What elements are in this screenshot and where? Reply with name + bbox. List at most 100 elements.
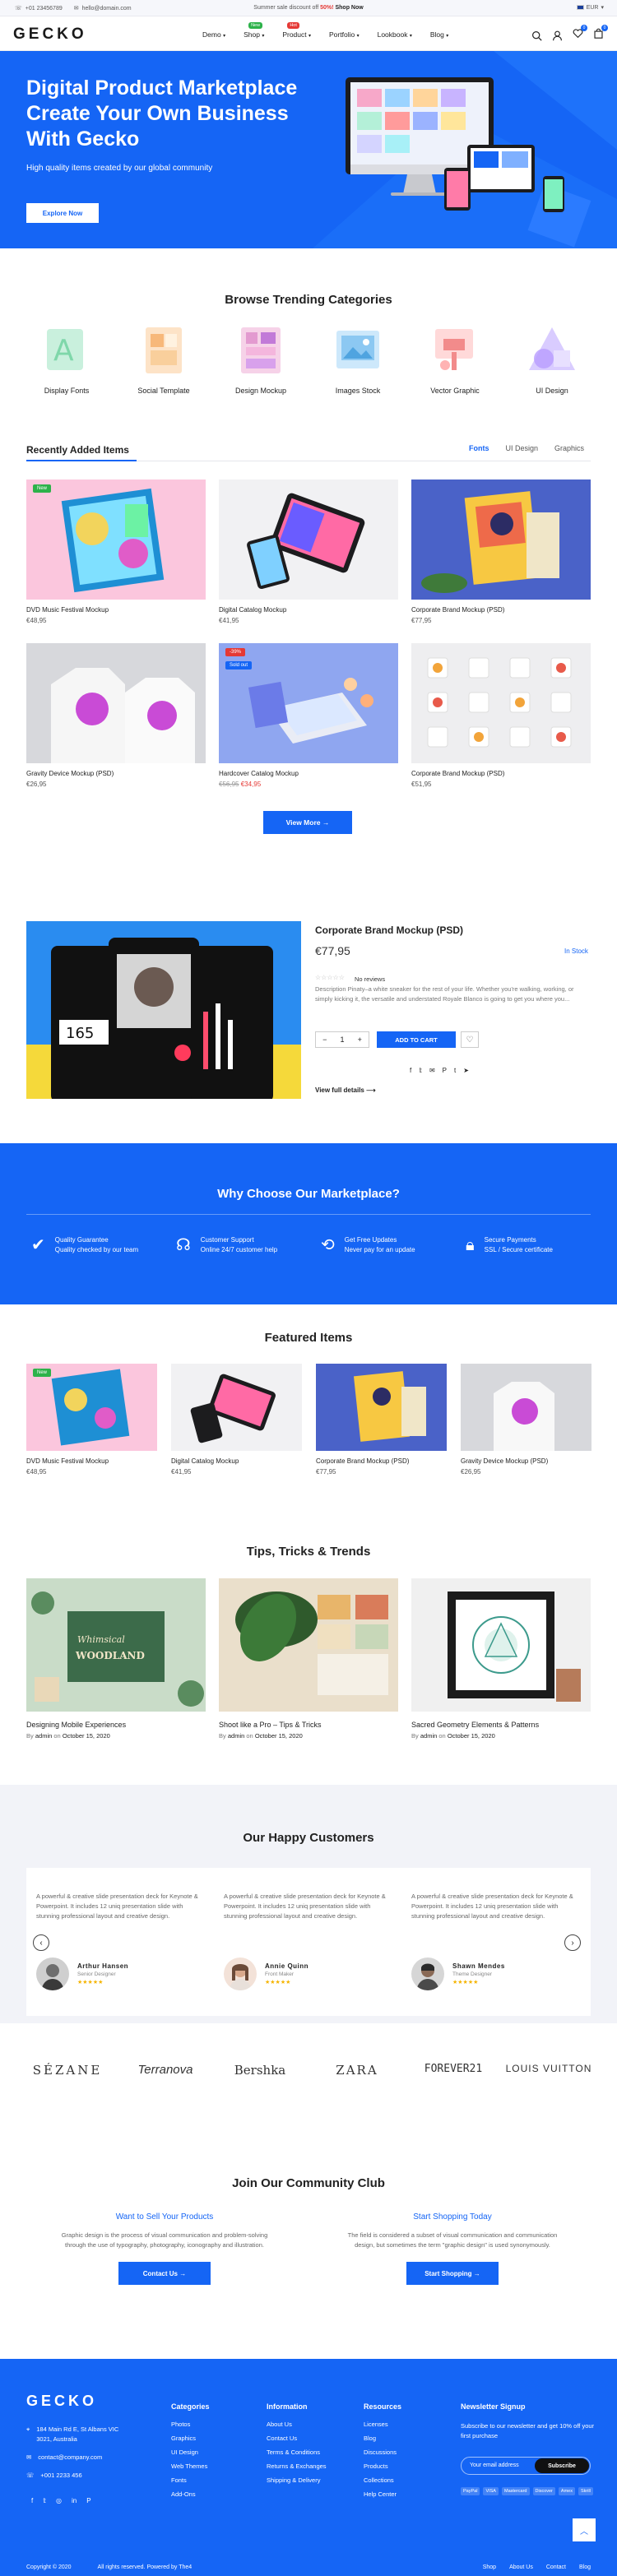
featured-product-card[interactable]: Digital Catalog Mockup €41,95 — [171, 1364, 302, 1476]
blog-post-card[interactable]: Sacred Geometry Elements & Patterns By a… — [411, 1578, 591, 1740]
footer-link[interactable]: Help Center — [364, 2487, 401, 2501]
nav-item-portfolio[interactable]: Portfolio ▾ — [329, 30, 360, 39]
quantity-stepper[interactable]: − 1 + — [315, 1031, 369, 1048]
footer-bottom-link[interactable]: About Us — [509, 2564, 533, 2570]
user-icon[interactable] — [552, 30, 563, 41]
facebook-icon[interactable]: f — [410, 1067, 411, 1074]
footer-link[interactable]: Contact Us — [267, 2431, 327, 2445]
footer-link[interactable]: Returns & Exchanges — [267, 2459, 327, 2473]
product-name[interactable]: DVD Music Festival Mockup — [26, 1457, 157, 1465]
footer-link[interactable]: Graphics — [171, 2431, 210, 2445]
product-name[interactable]: Digital Catalog Mockup — [219, 606, 398, 614]
tab-graphics[interactable]: Graphics — [554, 444, 584, 452]
carousel-prev-button[interactable]: ‹ — [33, 1934, 49, 1951]
post-title[interactable]: Shoot like a Pro – Tips & Tricks — [219, 1721, 398, 1729]
product-name[interactable]: Corporate Brand Mockup (PSD) — [411, 770, 591, 777]
featured-product-card[interactable]: New DVD Music Festival Mockup €48,95 — [26, 1364, 157, 1476]
post-title[interactable]: Sacred Geometry Elements & Patterns — [411, 1721, 591, 1729]
footer-link[interactable]: UI Design — [171, 2445, 210, 2459]
view-more-button[interactable]: View More → — [263, 811, 352, 834]
pinterest-icon[interactable]: P — [86, 2497, 90, 2504]
footer-link[interactable]: Photos — [171, 2417, 210, 2431]
category-ui-design[interactable]: UI Design — [515, 322, 589, 395]
add-to-cart-button[interactable]: ADD TO CART — [377, 1031, 456, 1048]
footer-link[interactable]: Licenses — [364, 2417, 401, 2431]
review-count[interactable]: No reviews — [355, 975, 385, 983]
back-to-top-button[interactable]: ︿ — [573, 2518, 596, 2541]
blog-post-card[interactable]: Shoot like a Pro – Tips & Tricks By admi… — [219, 1578, 398, 1740]
footer-bottom-link[interactable]: Contact — [546, 2564, 566, 2570]
telegram-icon[interactable]: ➤ — [463, 1067, 469, 1074]
product-card[interactable]: Gravity Device Mockup (PSD) €26,95 — [26, 643, 206, 788]
minus-icon[interactable]: − — [322, 1035, 327, 1044]
currency-selector[interactable]: EUR ▾ — [576, 4, 604, 11]
product-name[interactable]: DVD Music Festival Mockup — [26, 606, 206, 614]
nav-item-product[interactable]: Hot Product ▾ — [282, 22, 311, 39]
category-vector-graphic[interactable]: Vector Graphic — [418, 322, 492, 395]
product-name[interactable]: Hardcover Catalog Mockup — [219, 770, 398, 777]
footer-link[interactable]: Products — [364, 2459, 401, 2473]
product-name[interactable]: Corporate Brand Mockup (PSD) — [411, 606, 591, 614]
wishlist-button[interactable]: 0 — [573, 25, 587, 43]
product-card[interactable]: Digital Catalog Mockup €41,95 — [219, 480, 398, 624]
view-full-details-link[interactable]: View full details ⟶ — [315, 1086, 376, 1094]
footer-link[interactable]: Fonts — [171, 2473, 210, 2487]
nav-item-shop[interactable]: New Shop ▾ — [244, 22, 264, 39]
footer-logo[interactable]: GECKO — [26, 2393, 97, 2410]
instagram-icon[interactable]: ◎ — [56, 2497, 62, 2504]
product-name[interactable]: Corporate Brand Mockup (PSD) — [316, 1457, 447, 1465]
tab-ui-design[interactable]: UI Design — [505, 444, 538, 452]
contact-us-button[interactable]: Contact Us → — [118, 2262, 211, 2285]
wishlist-button[interactable]: ♡ — [461, 1031, 479, 1048]
footer-link[interactable]: About Us — [267, 2417, 327, 2431]
blog-post-card[interactable]: Whimsical WOODLAND Designing Mobile Exper… — [26, 1578, 206, 1740]
quickview-title[interactable]: Corporate Brand Mockup (PSD) — [315, 924, 463, 936]
footer-bottom-link[interactable]: Shop — [483, 2564, 496, 2570]
brand-logo-louis-vuitton[interactable]: LOUIS VUITTON — [503, 2063, 594, 2074]
nav-item-blog[interactable]: Blog ▾ — [430, 30, 448, 39]
footer-link[interactable]: Discussions — [364, 2445, 401, 2459]
nav-item-demo[interactable]: Demo ▾ — [202, 30, 225, 39]
brand-logo-forever21[interactable]: FOREVER21 — [408, 2063, 499, 2075]
subscribe-button[interactable]: Subscribe — [535, 2458, 589, 2473]
category-display-fonts[interactable]: A Display Fonts — [30, 322, 104, 395]
plus-icon[interactable]: + — [358, 1035, 362, 1044]
category-social-template[interactable]: Social Template — [127, 322, 201, 395]
category-images-stock[interactable]: Images Stock — [321, 322, 395, 395]
pinterest-icon[interactable]: P — [443, 1067, 447, 1074]
promo-link[interactable]: Shop Now — [335, 5, 363, 11]
post-author[interactable]: admin — [228, 1732, 244, 1740]
footer-link[interactable]: Terms & Conditions — [267, 2445, 327, 2459]
cart-button[interactable]: 0 — [593, 25, 608, 43]
product-card[interactable]: Corporate Brand Mockup (PSD) €51,95 — [411, 643, 591, 788]
category-design-mockup[interactable]: Design Mockup — [224, 322, 298, 395]
product-card[interactable]: -39% Sold out Hardcover Catalog Mockup €… — [219, 643, 398, 788]
product-card[interactable]: Corporate Brand Mockup (PSD) €77,95 — [411, 480, 591, 624]
product-card[interactable]: New DVD Music Festival Mockup €48,95 — [26, 480, 206, 624]
product-name[interactable]: Digital Catalog Mockup — [171, 1457, 302, 1465]
footer-link[interactable]: Add-Ons — [171, 2487, 210, 2501]
mail-icon[interactable]: ✉ — [429, 1067, 435, 1074]
footer-email[interactable]: contact@company.com — [38, 2453, 102, 2462]
post-title[interactable]: Designing Mobile Experiences — [26, 1721, 206, 1729]
brand-logo-terranova[interactable]: Terranova — [120, 2063, 211, 2077]
nav-item-lookbook[interactable]: Lookbook ▾ — [378, 30, 412, 39]
start-shopping-button[interactable]: Start Shopping → — [406, 2262, 499, 2285]
explore-now-button[interactable]: Explore Now — [26, 203, 99, 223]
featured-product-card[interactable]: Gravity Device Mockup (PSD) €26,95 — [461, 1364, 591, 1476]
featured-product-card[interactable]: Corporate Brand Mockup (PSD) €77,95 — [316, 1364, 447, 1476]
tumblr-icon[interactable]: t — [454, 1067, 456, 1074]
footer-bottom-link[interactable]: Blog — [579, 2564, 591, 2570]
brand-logo-sezane[interactable]: SÉZANE — [26, 2063, 109, 2078]
product-name[interactable]: Gravity Device Mockup (PSD) — [461, 1457, 591, 1465]
product-name[interactable]: Gravity Device Mockup (PSD) — [26, 770, 206, 777]
search-icon[interactable] — [531, 30, 542, 41]
site-logo[interactable]: GECKO — [13, 25, 87, 44]
footer-link[interactable]: Collections — [364, 2473, 401, 2487]
quantity-value[interactable]: 1 — [340, 1035, 344, 1044]
twitter-icon[interactable]: 𝕥 — [419, 1067, 422, 1074]
footer-link[interactable]: Web Themes — [171, 2459, 210, 2473]
footer-link[interactable]: Shipping & Delivery — [267, 2473, 327, 2487]
tab-fonts[interactable]: Fonts — [469, 444, 489, 452]
footer-link[interactable]: Blog — [364, 2431, 401, 2445]
